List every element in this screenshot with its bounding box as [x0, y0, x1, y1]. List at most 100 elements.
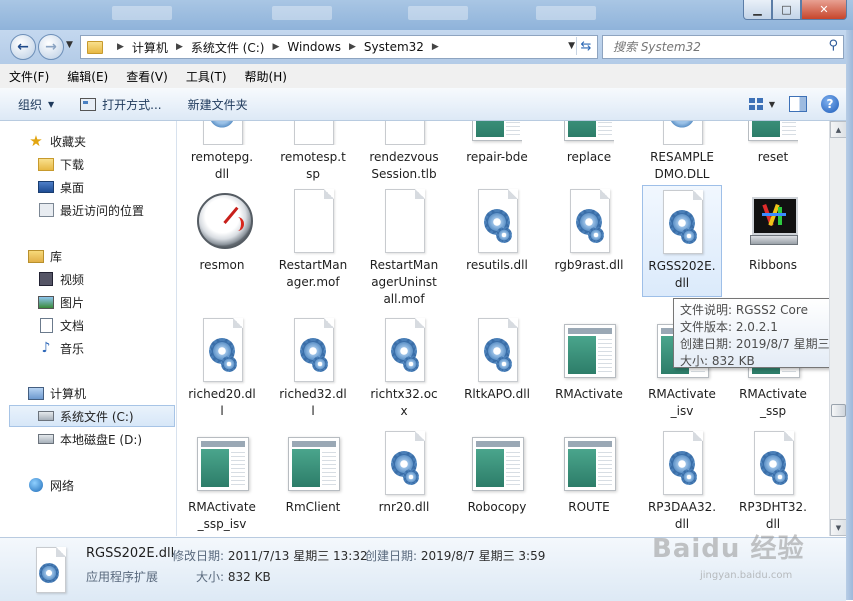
file-item[interactable]: RP3DAA32. dll [647, 431, 717, 533]
menu-file[interactable]: 文件(F) [0, 68, 58, 85]
nav-computer[interactable]: 计算机 [0, 382, 204, 404]
file-name: riched32.dll [279, 387, 347, 418]
menu-help[interactable]: 帮助(H) [236, 68, 296, 85]
file-item[interactable]: RMActivate [554, 318, 624, 403]
app-window-icon [288, 431, 340, 495]
search-icon[interactable]: ⚲ [828, 38, 838, 53]
file-item[interactable]: ROUTE [554, 431, 624, 516]
file-item[interactable]: rendezvous Session.tlb [369, 121, 439, 183]
back-button[interactable]: ← [10, 34, 36, 60]
chevron-right-icon[interactable]: ▶ [117, 42, 124, 52]
file-item[interactable]: RESAMPLE DMO.DLL [647, 121, 717, 183]
help-icon[interactable]: ? [821, 95, 839, 113]
command-bar: 组织 ▼ 打开方式... 新建文件夹 ▼ ? [0, 88, 853, 121]
file-item[interactable]: RestartMan ager.mof [278, 189, 348, 291]
nav-drive-c[interactable]: 系统文件 (C:) [9, 405, 175, 427]
file-item[interactable]: riched32.dll [278, 318, 348, 420]
file-item[interactable]: RMActivate _ssp_isv [187, 431, 257, 533]
vertical-scrollbar[interactable]: ▲ ▼ [829, 121, 847, 536]
view-options-icon[interactable] [748, 98, 763, 110]
forward-button[interactable]: → [38, 34, 64, 60]
dll-file-icon [564, 189, 614, 253]
file-item[interactable]: RmClient [278, 431, 348, 516]
crumb-drive-c[interactable]: 系统文件 (C:) [191, 39, 265, 56]
file-item[interactable]: RltkAPO.dll [462, 318, 532, 403]
nav-libraries[interactable]: 库 [0, 245, 204, 267]
crumb-system32[interactable]: System32 [364, 40, 424, 54]
nav-network[interactable]: 网络 [0, 474, 204, 496]
file-name: RMActivate [555, 387, 623, 401]
file-name: RESAMPLE DMO.DLL [650, 150, 714, 181]
nav-label: 桌面 [60, 180, 85, 195]
menu-edit[interactable]: 编辑(E) [58, 68, 117, 85]
crumb-windows[interactable]: Windows [287, 40, 341, 54]
chevron-down-icon[interactable]: ▼ [769, 100, 775, 109]
file-name: RMActivate _ssp_isv [188, 500, 256, 531]
chevron-right-icon[interactable]: ▶ [176, 42, 183, 52]
file-icon [379, 121, 429, 145]
scroll-thumb[interactable] [831, 404, 846, 417]
organize-button[interactable]: 组织 ▼ [10, 96, 62, 113]
file-item[interactable]: replace [554, 121, 624, 166]
search-input[interactable] [611, 39, 825, 55]
video-icon [39, 272, 53, 286]
file-item[interactable]: RestartMan agerUninst all.mof [369, 189, 439, 308]
selected-file-icon [30, 547, 70, 593]
file-item[interactable]: rgb9rast.dll [554, 189, 624, 274]
modified-label: 修改日期: [172, 549, 225, 563]
close-button[interactable]: ✕ [801, 0, 847, 20]
nav-label: 系统文件 (C:) [60, 409, 134, 424]
recent-pages-dropdown[interactable]: ▼ [66, 40, 73, 50]
baidu-watermark-url: jingyan.baidu.com [700, 570, 793, 581]
file-item[interactable]: resutils.dll [462, 189, 532, 274]
nav-label: 收藏夹 [50, 134, 87, 149]
file-item[interactable]: reset [738, 121, 808, 166]
file-item[interactable]: richtx32.ocx [369, 318, 439, 420]
dll-file-icon [472, 189, 522, 253]
file-name: replace [566, 150, 612, 164]
file-item[interactable]: rnr20.dll [369, 431, 439, 516]
file-item[interactable]: riched20.dll [187, 318, 257, 420]
window-title-bar: ▁ □ ✕ [0, 0, 853, 30]
nav-label: 图片 [60, 295, 85, 310]
file-name: RestartMan agerUninst all.mof [369, 258, 439, 306]
file-name: rnr20.dll [378, 500, 430, 514]
maximize-button[interactable]: □ [772, 0, 801, 20]
file-name: RMActivate _ssp [739, 387, 807, 418]
file-item[interactable]: repair-bde [462, 121, 532, 166]
dll-file-icon [657, 121, 707, 145]
preview-pane-icon[interactable] [789, 96, 807, 112]
open-with-button[interactable]: 打开方式... [72, 96, 169, 113]
background-tab [272, 6, 332, 20]
scroll-down-button[interactable]: ▼ [830, 519, 847, 536]
crumb-computer[interactable]: 计算机 [132, 39, 168, 56]
chevron-right-icon[interactable]: ▶ [349, 42, 356, 52]
chevron-right-icon[interactable]: ▶ [432, 42, 439, 52]
new-folder-label: 新建文件夹 [187, 97, 248, 112]
nav-favorites[interactable]: ★ 收藏夹 [0, 130, 204, 152]
nav-label: 网络 [50, 478, 75, 493]
address-dropdown-icon[interactable]: ▼ [568, 41, 575, 51]
address-bar[interactable]: ▶ 计算机 ▶ 系统文件 (C:) ▶ Windows ▶ System32 ▶… [80, 35, 598, 59]
file-item-selected[interactable]: RGSS202E. dll [642, 185, 722, 297]
file-item[interactable]: remotepg. dll [187, 121, 257, 183]
network-globe-icon [29, 478, 43, 492]
chevron-down-icon: ▼ [48, 99, 55, 109]
file-name: rendezvous Session.tlb [369, 150, 439, 181]
details-type: 应用程序扩展 [86, 570, 159, 584]
new-folder-button[interactable]: 新建文件夹 [180, 96, 256, 113]
local-drive-icon [38, 434, 54, 444]
scroll-up-button[interactable]: ▲ [830, 121, 847, 138]
file-item[interactable]: resmon [187, 189, 257, 274]
menu-view[interactable]: 查看(V) [117, 68, 177, 85]
file-name: richtx32.ocx [370, 387, 438, 418]
dll-file-icon [379, 431, 429, 495]
minimize-button[interactable]: ▁ [743, 0, 772, 20]
file-item[interactable]: Ribbons [738, 189, 808, 274]
refresh-icon[interactable]: ⇆ [576, 37, 595, 55]
chevron-right-icon[interactable]: ▶ [272, 42, 279, 52]
file-item[interactable]: Robocopy [462, 431, 532, 516]
menu-tools[interactable]: 工具(T) [177, 68, 236, 85]
file-item[interactable]: remotesp.t sp [278, 121, 348, 183]
file-item[interactable]: RP3DHT32. dll [738, 431, 808, 533]
